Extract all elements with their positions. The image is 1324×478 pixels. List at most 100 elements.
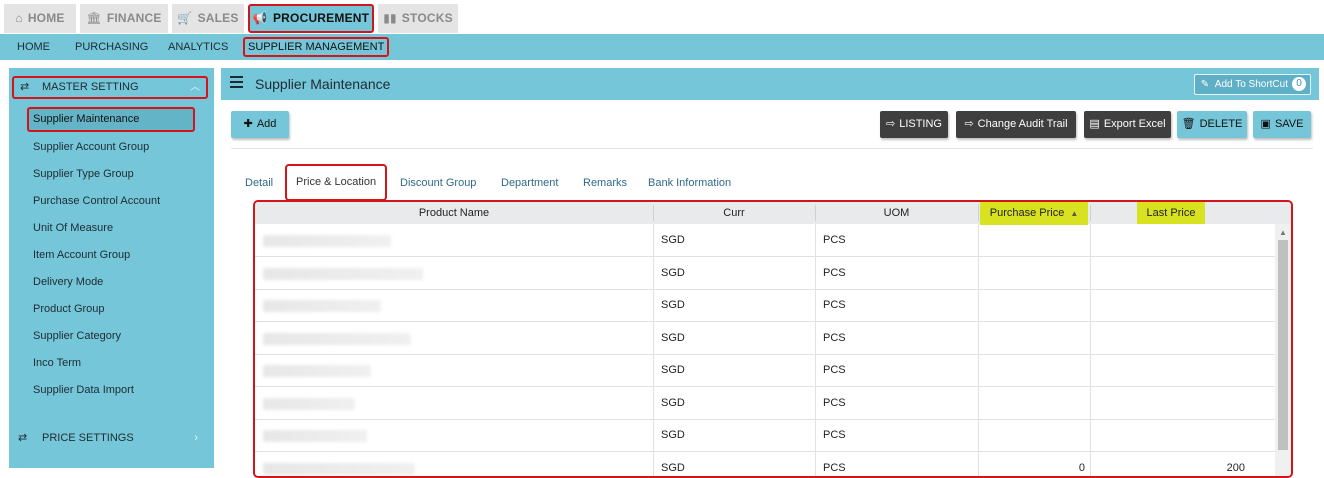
hamburger-icon[interactable] — [230, 76, 243, 88]
plus-icon: ✚ — [243, 118, 253, 130]
curr-cell: SGD — [661, 461, 685, 474]
table-row[interactable]: SGD PCS — [255, 354, 1275, 387]
column-header-last-price[interactable]: Last Price — [1090, 202, 1252, 224]
pin-icon: ✎ — [1200, 79, 1210, 90]
swap-icon: ⇄ — [20, 81, 30, 93]
tab-stocks[interactable]: ▮▮ STOCKS — [378, 4, 458, 33]
panel-header: Supplier Maintenance ✎ Add To ShortCut 0 — [221, 68, 1319, 100]
table-row[interactable]: SGD PCS — [255, 224, 1275, 257]
uom-cell: PCS — [823, 396, 846, 409]
uom-cell: PCS — [823, 364, 846, 376]
subnav-home[interactable]: HOME — [17, 34, 50, 60]
table-row[interactable]: SGD PCS — [255, 419, 1275, 452]
subnav-purchasing[interactable]: PURCHASING — [75, 34, 148, 60]
chevron-up-icon: ︿ — [190, 82, 200, 93]
tab-department[interactable]: Department — [501, 174, 558, 192]
price-location-grid: Product Name Curr UOM Purchase Price ▲ La… — [253, 200, 1293, 478]
module-tab-bar: ⌂ HOME 🏛 FINANCE 🛒 SALES 📢 PROCUREMENT ▮▮ STO… — [0, 0, 1324, 34]
tab-remarks[interactable]: Remarks — [583, 174, 627, 192]
purchase-price-cell — [985, 322, 1085, 354]
grid-scrollbar[interactable]: ▲ — [1275, 224, 1291, 476]
last-price-cell — [1097, 257, 1245, 289]
listing-button[interactable]: ⇨ LISTING — [880, 111, 948, 138]
tab-finance[interactable]: 🏛 FINANCE — [80, 4, 168, 33]
product-name-cell — [263, 300, 381, 312]
column-header-product-name[interactable]: Product Name — [255, 202, 653, 224]
sidebar-item-supplier-data-import[interactable]: Supplier Data Import — [33, 380, 134, 400]
swap-icon: ⇄ — [18, 432, 28, 444]
table-row[interactable]: SGD PCS — [255, 321, 1275, 355]
sign-in-icon: ⇨ — [885, 118, 896, 130]
sidebar-item-product-group[interactable]: Product Group — [33, 299, 105, 319]
last-price-cell — [1097, 387, 1245, 419]
sidebar-section-master-setting[interactable]: ⇄ MASTER SETTING ︿ — [12, 76, 208, 99]
curr-cell: SGD — [661, 364, 685, 376]
cart-icon: 🛒 — [177, 11, 193, 25]
sidebar-item-supplier-maintenance[interactable]: Supplier Maintenance — [27, 107, 195, 132]
subnav-supplier-management[interactable]: SUPPLIER MANAGEMENT — [243, 37, 390, 57]
sidebar-section-price-settings[interactable]: ⇄ PRICE SETTINGS › — [12, 428, 208, 448]
table-row[interactable]: SGD PCS 0 200 — [255, 451, 1275, 476]
sidebar-item-supplier-category[interactable]: Supplier Category — [33, 326, 121, 346]
add-to-shortcut-button[interactable]: ✎ Add To ShortCut 0 — [1193, 74, 1311, 95]
sub-nav: HOME PURCHASING ANALYTICS SUPPLIER MANAG… — [0, 34, 1324, 60]
uom-cell: PCS — [823, 299, 846, 311]
last-price-cell: 200 — [1226, 461, 1245, 474]
product-name-cell — [263, 462, 415, 475]
sidebar-item-item-account-group[interactable]: Item Account Group — [33, 245, 130, 265]
tab-sales[interactable]: 🛒 SALES — [172, 4, 244, 33]
sidebar-item-purchase-control-account[interactable]: Purchase Control Account — [33, 191, 160, 211]
purchase-price-cell: 0 — [1078, 461, 1085, 474]
product-name-cell — [263, 332, 411, 345]
bank-icon: 🏛 — [86, 11, 102, 25]
save-button[interactable]: ▣ SAVE — [1253, 111, 1311, 138]
tab-procurement[interactable]: 📢 PROCUREMENT — [248, 4, 374, 33]
sort-asc-icon: ▲ — [1070, 209, 1079, 218]
add-button[interactable]: ✚ Add — [231, 111, 289, 138]
curr-cell: SGD — [661, 429, 685, 441]
export-excel-button[interactable]: ▤ Export Excel — [1084, 111, 1171, 138]
column-header-uom[interactable]: UOM — [815, 202, 978, 224]
sidebar-item-unit-of-measure[interactable]: Unit Of Measure — [33, 218, 113, 238]
curr-cell: SGD — [661, 266, 685, 279]
column-header-curr[interactable]: Curr — [653, 202, 815, 224]
scroll-up-icon[interactable]: ▲ — [1279, 228, 1287, 237]
sidebar-item-supplier-type-group[interactable]: Supplier Type Group — [33, 164, 134, 184]
purchase-price-cell — [985, 354, 1085, 386]
sidebar-item-inco-term[interactable]: Inco Term — [33, 353, 81, 373]
tab-home[interactable]: ⌂ HOME — [4, 4, 76, 33]
tab-bank-information[interactable]: Bank Information — [648, 174, 731, 192]
subnav-analytics[interactable]: ANALYTICS — [168, 34, 228, 60]
sidebar-item-delivery-mode[interactable]: Delivery Mode — [33, 272, 103, 292]
page-title: Supplier Maintenance — [255, 76, 391, 92]
product-name-cell — [263, 267, 423, 280]
tab-detail[interactable]: Detail — [245, 174, 273, 192]
home-icon: ⌂ — [15, 11, 23, 25]
product-name-cell — [263, 397, 355, 410]
product-name-cell — [263, 365, 371, 377]
table-row[interactable]: SGD PCS — [255, 256, 1275, 290]
uom-cell: PCS — [823, 331, 846, 344]
table-row[interactable]: SGD PCS — [255, 386, 1275, 420]
uom-cell: PCS — [823, 266, 846, 279]
grid-header: Product Name Curr UOM Purchase Price ▲ La… — [255, 202, 1291, 225]
curr-cell: SGD — [661, 234, 685, 246]
purchase-price-cell — [985, 289, 1085, 321]
column-header-purchase-price[interactable]: Purchase Price ▲ — [978, 202, 1090, 225]
change-audit-trail-button[interactable]: ⇨ Change Audit Trail — [956, 111, 1076, 138]
megaphone-icon: 📢 — [252, 11, 268, 25]
tab-price-location[interactable]: Price & Location — [285, 164, 388, 201]
purchase-price-cell — [985, 387, 1085, 419]
bar-chart-icon: ▮▮ — [383, 11, 397, 25]
last-price-cell — [1097, 289, 1245, 321]
tab-discount-group[interactable]: Discount Group — [400, 174, 476, 192]
file-excel-icon: ▤ — [1089, 118, 1100, 130]
sidebar-item-supplier-account-group[interactable]: Supplier Account Group — [33, 137, 149, 157]
last-price-cell — [1097, 322, 1245, 354]
scrollbar-thumb[interactable] — [1278, 240, 1288, 450]
delete-button[interactable]: 🗑 DELETE — [1177, 111, 1247, 138]
uom-cell: PCS — [823, 234, 846, 246]
curr-cell: SGD — [661, 331, 685, 344]
purchase-price-cell — [985, 224, 1085, 256]
table-row[interactable]: SGD PCS — [255, 289, 1275, 322]
